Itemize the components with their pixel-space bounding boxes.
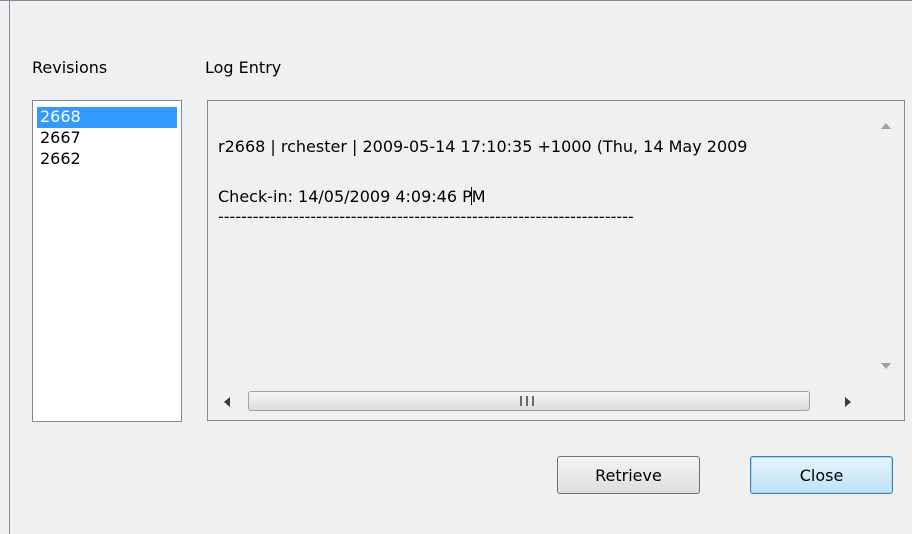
revisions-label: Revisions	[32, 58, 108, 77]
scrollbar-corner	[869, 384, 904, 420]
vertical-scrollbar[interactable]	[869, 101, 904, 381]
close-button[interactable]: Close	[750, 456, 893, 494]
revision-item-2668[interactable]: 2668	[37, 107, 177, 128]
arrow-down-icon[interactable]	[881, 363, 891, 369]
log-entry-text[interactable]: r2668 | rchester | 2009-05-14 17:10:35 +…	[218, 137, 864, 380]
retrieve-button[interactable]: Retrieve	[557, 456, 700, 494]
log-message-text: Check-in: 14/05/2009 4:09:46 P	[218, 187, 472, 206]
window-left-border	[9, 0, 10, 534]
revision-item-2662[interactable]: 2662	[37, 149, 177, 170]
log-entry-label: Log Entry	[205, 58, 282, 77]
log-header-line: r2668 | rchester | 2009-05-14 17:10:35 +…	[218, 137, 748, 156]
log-entry-textbox[interactable]: r2668 | rchester | 2009-05-14 17:10:35 +…	[207, 100, 905, 421]
revisions-listbox[interactable]: 2668 2667 2662	[32, 100, 182, 422]
arrow-up-icon[interactable]	[881, 123, 891, 129]
horizontal-scrollbar[interactable]	[208, 384, 870, 420]
arrow-left-icon[interactable]	[224, 397, 230, 407]
window-top-border	[0, 0, 912, 1]
horizontal-scroll-thumb[interactable]	[248, 391, 810, 411]
grip-icon	[520, 396, 534, 406]
arrow-right-icon[interactable]	[845, 397, 851, 407]
log-separator-line: ----------------------------------------…	[218, 207, 634, 226]
log-message-text-end: M	[471, 187, 486, 206]
log-message-line: Check-in: 14/05/2009 4:09:46 PM	[218, 187, 864, 207]
revision-item-2667[interactable]: 2667	[37, 128, 177, 149]
